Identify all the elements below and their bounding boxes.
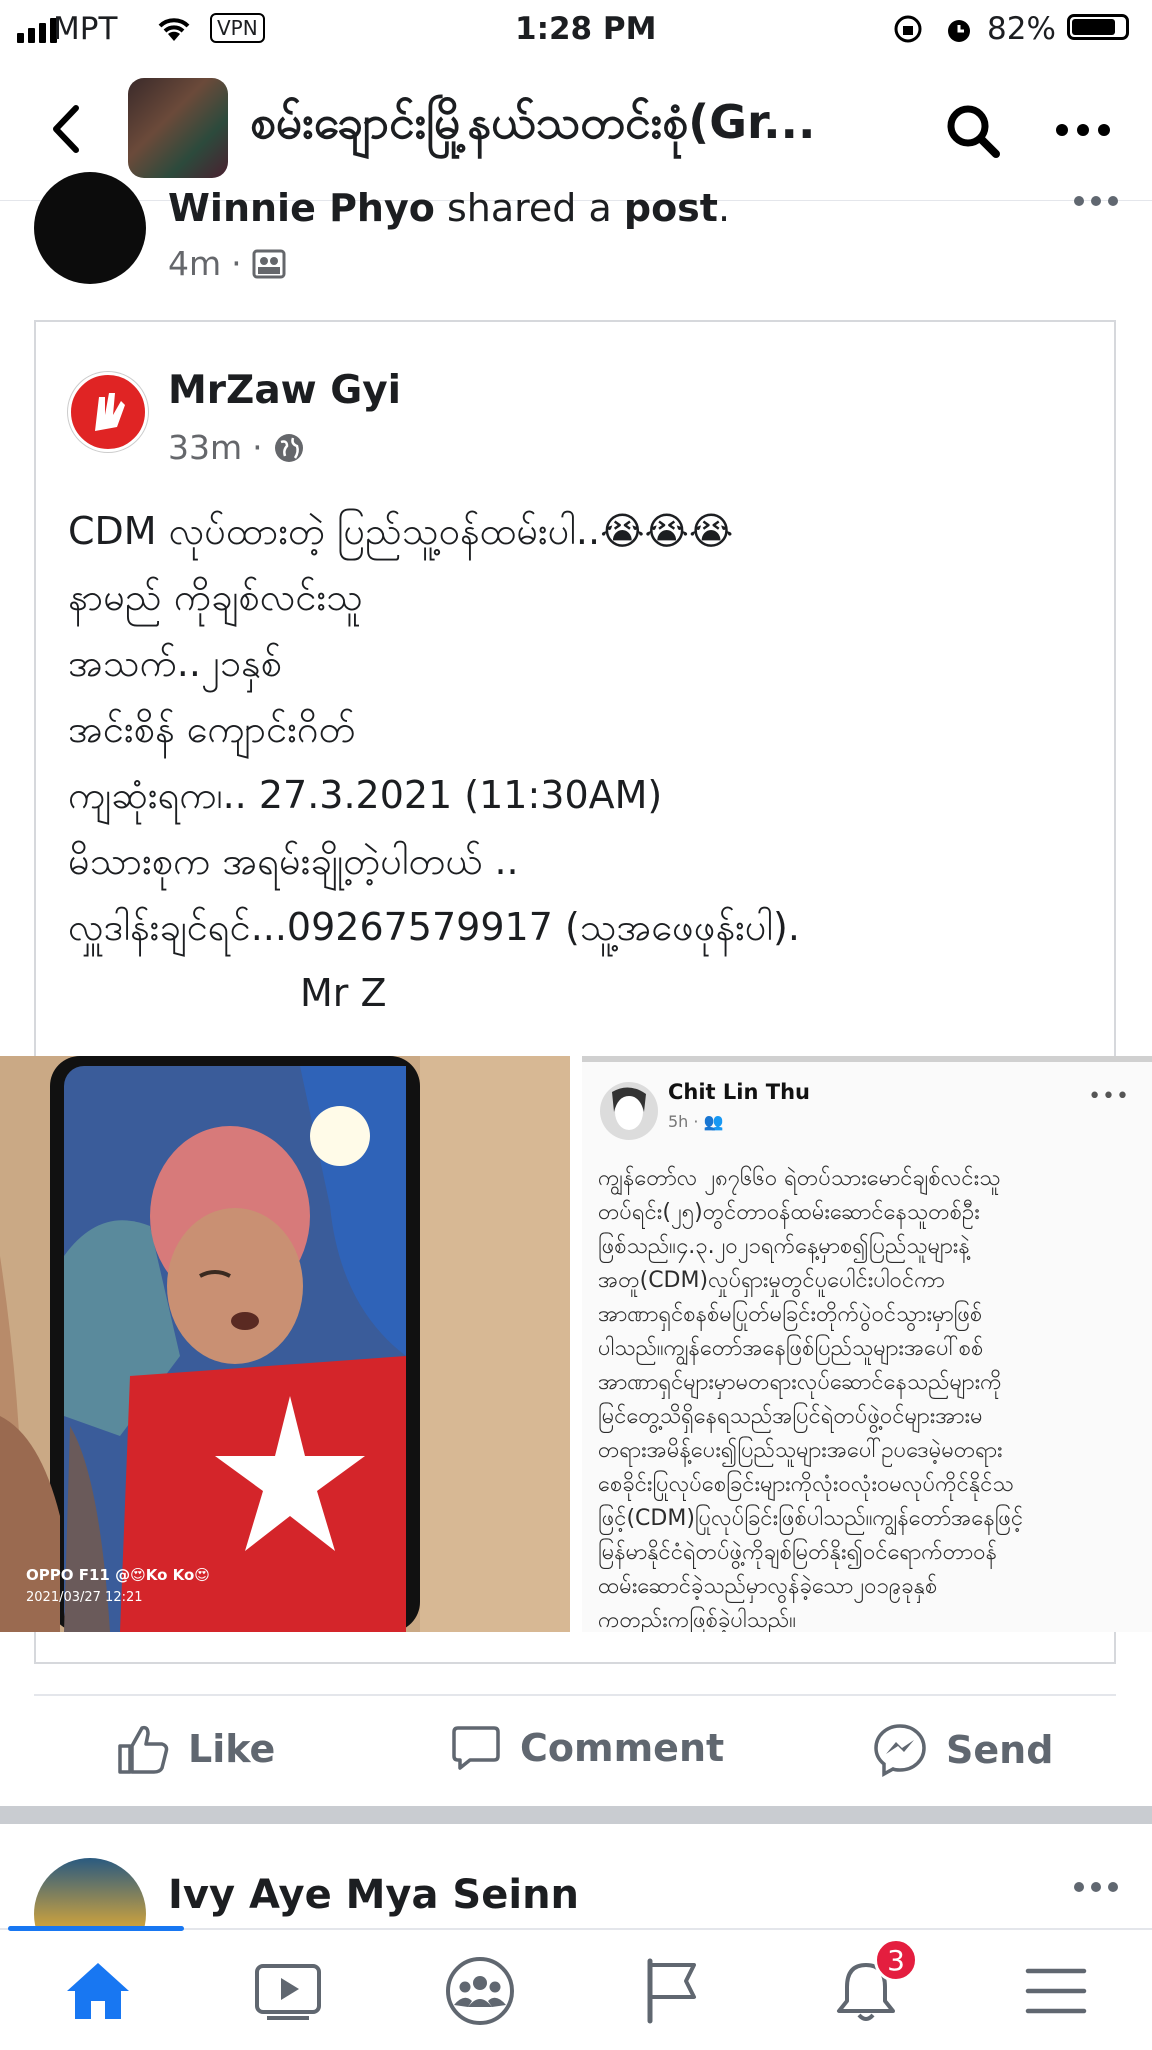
signal-icon <box>17 18 57 43</box>
wifi-icon <box>158 18 190 41</box>
post-text-line: နာမည် ကိုချစ်လင်းသူ <box>68 575 363 619</box>
meta-dot: · <box>231 244 242 283</box>
like-label: Like <box>188 1727 276 1771</box>
next-post-options-icon[interactable] <box>1074 1882 1118 1892</box>
screenshot-line: အာဏာရှင်များမှာမတရားလုပ်ဆောင်နေသည်များကိ… <box>598 1370 1002 1395</box>
groups-tab[interactable] <box>440 1956 520 2026</box>
screenshot-line: ပါသည်။ကျွန်တော်အနေဖြစ်ပြည်သူများအပေါ်စစ် <box>598 1336 984 1361</box>
screenshot-line: တပ်ရင်း(၂၅)တွင်တာဝန်ထမ်းဆောင်နေသူတစ်ဦး <box>598 1200 980 1225</box>
author-name[interactable]: Winnie Phyo <box>168 186 435 230</box>
screenshot-line: ဖြစ်သည်။၄.၃.၂၀၂၁ရက်နေ့မှာစ၍ပြည်သူများနဲ့ <box>598 1234 970 1259</box>
author-avatar[interactable] <box>34 172 146 284</box>
bottom-tab-bar: 3 <box>0 1926 1152 2050</box>
notifications-tab[interactable]: 3 <box>826 1938 918 2026</box>
screenshot-avatar <box>600 1082 658 1140</box>
alarm-icon <box>948 20 970 42</box>
shared-author-name[interactable]: MrZaw Gyi <box>168 368 401 413</box>
post-meta: 4m · <box>168 244 286 283</box>
action-text: shared a <box>446 186 612 230</box>
post-photo[interactable]: OPPO F11 @😍Ko Ko😍 2021/03/27 12:21 <box>0 1056 570 1632</box>
video-icon <box>255 1964 321 2020</box>
next-author-name[interactable]: Ivy Aye Mya Seinn <box>168 1872 579 1918</box>
menu-icon <box>1025 1968 1087 2014</box>
post-screenshot-image[interactable]: Chit Lin Thu 5h · 👥 ••• ကျွန်တော်လ ၂၈၇၆၆… <box>582 1056 1152 1632</box>
screenshot-line: ကတည်းကဖြစ်ခဲ့ပါသည်။ <box>598 1608 796 1632</box>
post-text-line: လှူဒါန်းချင်ရင်...09267579917 (သူ့အဖေဖုန… <box>68 905 800 949</box>
notification-badge: 3 <box>874 1938 918 1982</box>
feed-separator <box>0 1806 1152 1824</box>
menu-tab[interactable] <box>1016 1956 1096 2026</box>
clock: 1:28 PM <box>515 11 657 47</box>
groups-icon <box>446 1957 514 2025</box>
post-signature: Mr Z <box>300 971 387 1015</box>
post-header-line: Winnie Phyo shared a post. <box>168 186 730 230</box>
back-icon[interactable] <box>48 104 82 154</box>
video-tab[interactable] <box>248 1956 328 2026</box>
screenshot-more-icon: ••• <box>1088 1084 1130 1109</box>
shared-post-link[interactable]: post <box>624 186 718 230</box>
messenger-icon <box>874 1724 926 1777</box>
group-icon <box>252 249 286 278</box>
meta-dot: · <box>252 428 263 467</box>
group-title[interactable]: စမ်းချောင်းမြို့နယ်သတင်းစုံ(Gr... <box>250 94 890 161</box>
carrier-label: MPT <box>53 11 118 47</box>
shared-author-avatar[interactable] <box>68 372 148 452</box>
screenshot-line: အတူ(CDM)လှုပ်ရှားမှုတွင်ပူပေါင်းပါဝင်ကာ <box>598 1268 945 1293</box>
group-avatar[interactable] <box>128 78 228 178</box>
vpn-badge: VPN <box>210 13 265 43</box>
watermark-device: OPPO F11 <box>26 1566 110 1584</box>
shared-post-time[interactable]: 33m <box>168 428 242 467</box>
shared-post-text: CDM လုပ်ထားတဲ့ ပြည်သူ့ဝန်ထမ်းပါ..😭😭😭 နာမ… <box>68 498 800 1026</box>
photo-watermark-time: 2021/03/27 12:21 <box>26 1590 143 1605</box>
pages-tab[interactable] <box>632 1956 712 2026</box>
post-text-line: ကျဆုံးရက၊.. 27.3.2021 (11:30AM) <box>68 773 663 817</box>
screenshot-author: Chit Lin Thu <box>668 1080 810 1104</box>
screenshot-text: ကျွန်တော်လ ၂၈၇၆၆၀ ရဲတပ်သားမောင်ချစ်လင်းသ… <box>598 1162 1023 1632</box>
like-button[interactable]: Like <box>116 1722 275 1776</box>
send-label: Send <box>946 1728 1054 1772</box>
status-bar: MPT VPN 1:28 PM 82% <box>0 0 1152 58</box>
divider <box>34 1694 1116 1696</box>
active-tab-indicator <box>8 1926 184 1931</box>
group-header: စမ်းချောင်းမြို့နယ်သတင်းစုံ(Gr... <box>0 58 1152 201</box>
photo-watermark-device: OPPO F11 @😍Ko Ko😍 <box>26 1566 210 1584</box>
rotation-lock-icon <box>894 15 922 43</box>
globe-icon <box>274 433 303 462</box>
screenshot-time-text: 5h <box>668 1112 689 1131</box>
screenshot-line: အာဏာရှင်စနစ်မပြုတ်မခြင်းတိုက်ပွဲဝင်သွားမ… <box>598 1302 983 1327</box>
battery-icon <box>1067 14 1129 40</box>
screenshot-line: မြင်တွေ့သိရှိနေရသည်အပြင်ရဲတပ်ဖွဲ့ဝင်များ… <box>598 1404 983 1429</box>
comment-icon <box>452 1726 500 1770</box>
action-end: . <box>717 186 731 230</box>
post-text-line: CDM လုပ်ထားတဲ့ ပြည်သူ့ဝန်ထမ်းပါ..😭😭😭 <box>68 509 734 553</box>
comment-button[interactable]: Comment <box>450 1722 724 1774</box>
post-time[interactable]: 4m <box>168 244 221 283</box>
shared-post-meta: 33m · <box>168 428 305 467</box>
screenshot-line: တရားအမိန့်ပေး၍ပြည်သူများအပေါ်ဥပဒေမဲ့မတရာ… <box>598 1438 1003 1463</box>
screenshot-line: ဖြင့်(CDM)ပြုလုပ်ခြင်းဖြစ်ပါသည်။ကျွန်တော… <box>598 1506 1024 1531</box>
battery-percent: 82% <box>987 11 1056 47</box>
like-icon <box>118 1725 169 1774</box>
search-icon[interactable] <box>944 102 1002 160</box>
screenshot-line: ကျွန်တော်လ ၂၈၇၆၆၀ ရဲတပ်သားမောင်ချစ်လင်းသ… <box>598 1166 1001 1191</box>
send-button[interactable]: Send <box>872 1722 1053 1778</box>
more-icon[interactable] <box>1056 124 1110 136</box>
screenshot-line: စေခိုင်းပြုလုပ်စေခြင်းများကိုလုံးဝလုံးဝမ… <box>598 1472 1014 1497</box>
flag-icon <box>647 1958 696 2024</box>
screenshot-time: 5h · 👥 <box>668 1112 724 1131</box>
comment-label: Comment <box>520 1726 725 1770</box>
home-tab[interactable] <box>58 1956 138 2026</box>
watermark-user: @😍Ko Ko😍 <box>115 1566 210 1584</box>
screenshot-line: ထမ်းဆောင်ခဲ့သည်မှာလွန်ခဲ့သော၂၀၁၉ခုနှစ် <box>598 1574 938 1599</box>
screenshot-line: မြန်မာနိုင်ငံရဲတပ်ဖွဲ့ကိုချစ်မြတ်နိုး၍ဝင… <box>598 1540 997 1565</box>
home-icon <box>67 1963 129 2019</box>
post-text-line: မိသားစုက အရမ်းချို့တဲ့ပါတယ် .. <box>68 839 519 883</box>
post-options-icon[interactable] <box>1074 196 1118 206</box>
post-text-line: အသက်..၂၁နှစ် <box>68 641 283 685</box>
post-text-line: အင်းစိန် ကျောင်းဂိတ် <box>68 707 356 751</box>
